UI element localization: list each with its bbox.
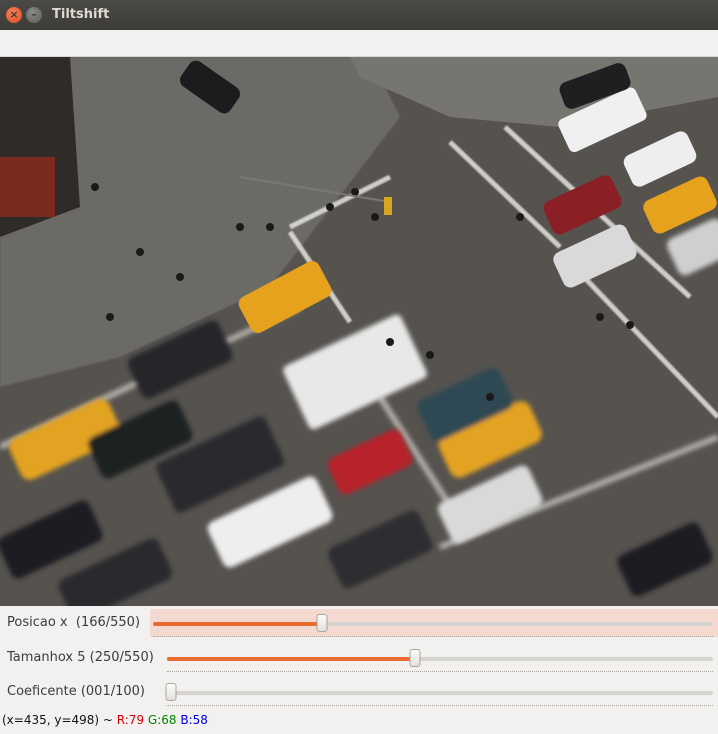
trackbar-ticks	[166, 705, 713, 707]
trackbar-label: Posicao x (166/550)	[7, 615, 141, 630]
trackbar-groove[interactable]	[153, 614, 713, 632]
pixel-green-value: G:68	[147, 713, 177, 727]
toolbar-strip	[0, 30, 718, 57]
trackbar-ticks	[167, 671, 713, 673]
cursor-coords: (x=435, y=498) ~	[2, 713, 117, 727]
close-icon: ×	[9, 8, 19, 21]
trackbar-fill	[153, 622, 323, 626]
pixel-blue-value: B:58	[180, 713, 208, 727]
trackbar-groove[interactable]	[167, 649, 713, 667]
tiltshift-image[interactable]	[0, 57, 718, 606]
minimize-button[interactable]: –	[26, 7, 42, 23]
status-bar: (x=435, y=498) ~ R:79 G:68 B:58	[0, 710, 718, 734]
trackbar-label: Tamanhox 5 (250/550)	[7, 650, 154, 665]
close-button[interactable]: ×	[6, 7, 22, 23]
trackbar-coeficente: Coeficente (001/100)	[0, 678, 718, 706]
pixel-red-value: R:79	[116, 713, 145, 727]
street-photo-graphic	[0, 57, 718, 606]
trackbar-posicao-x: Posicao x (166/550)	[0, 609, 718, 637]
minimize-icon: –	[31, 8, 37, 21]
window-title: Tiltshift	[52, 7, 110, 22]
trackbar-groove[interactable]	[165, 683, 713, 701]
trackbar-tamanho: Tamanhox 5 (250/550)	[0, 644, 718, 672]
trackbar-fill	[167, 657, 416, 661]
trackbar-handle[interactable]	[165, 683, 177, 701]
trackbar-label: Coeficente (001/100)	[7, 684, 145, 699]
trackbar-ticks	[153, 636, 713, 638]
window-titlebar: × – Tiltshift	[0, 0, 718, 30]
trackbar-handle[interactable]	[409, 649, 421, 667]
trackbar-handle[interactable]	[316, 614, 328, 632]
